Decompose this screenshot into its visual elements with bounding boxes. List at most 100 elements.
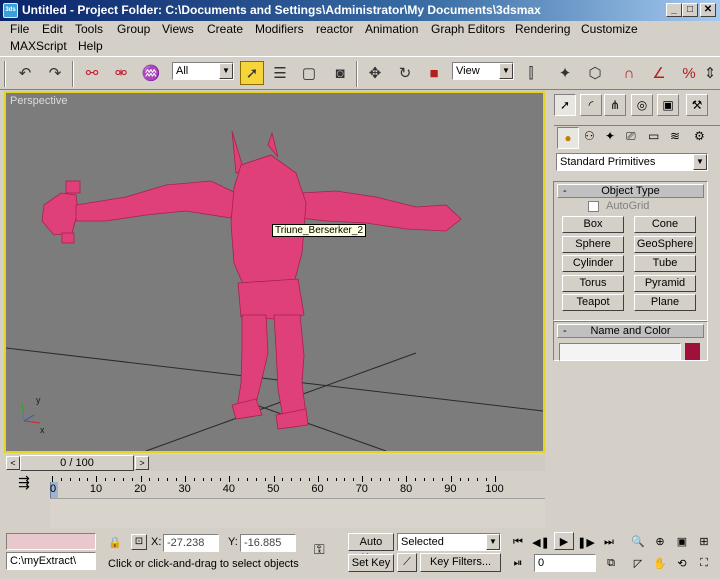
previous-frame-icon[interactable]: ◀❚ <box>531 533 551 551</box>
redo-icon[interactable]: ↷ <box>43 61 67 85</box>
go-to-end-icon[interactable]: ⏭ <box>599 533 619 551</box>
menu-help[interactable]: Help <box>78 38 103 55</box>
autogrid-checkbox[interactable] <box>588 201 599 212</box>
menu-group[interactable]: Group <box>117 21 150 38</box>
menu-maxscript[interactable]: MAXScript <box>10 38 67 55</box>
close-button[interactable]: ✕ <box>700 3 716 17</box>
systems-icon[interactable]: ⚙ <box>694 129 705 143</box>
go-to-start-icon[interactable]: ⏮ <box>508 533 528 551</box>
menu-create[interactable]: Create <box>207 21 243 38</box>
menu-tools[interactable]: Tools <box>75 21 103 38</box>
menu-rendering[interactable]: Rendering <box>515 21 570 38</box>
primitive-category-dropdown[interactable]: Standard Primitives ▼ <box>556 153 708 171</box>
display-tab-icon[interactable]: ▣ <box>657 94 679 116</box>
maxscript-mini-listener-top[interactable] <box>6 533 96 550</box>
app-icon[interactable]: 3ds <box>3 3 18 18</box>
key-filters-button[interactable]: Key Filters... <box>420 553 501 572</box>
object-type-header[interactable]: - Object Type <box>557 184 704 198</box>
minimize-button[interactable]: _ <box>666 3 682 17</box>
set-key-button[interactable]: Set Key <box>348 554 394 572</box>
time-slider-track[interactable] <box>149 455 545 471</box>
auto-key-button[interactable]: Auto Key <box>348 533 394 564</box>
teapot-button[interactable]: Teapot <box>562 294 624 311</box>
tube-button[interactable]: Tube <box>634 255 696 272</box>
cone-button[interactable]: Cone <box>634 216 696 233</box>
menu-edit[interactable]: Edit <box>42 21 63 38</box>
current-frame-field[interactable]: 0 <box>534 554 596 572</box>
time-slider-prev-button[interactable]: < <box>6 456 20 470</box>
rectangular-selection-icon[interactable]: ▢ <box>297 61 321 85</box>
plane-button[interactable]: Plane <box>634 294 696 311</box>
track-bar-ruler[interactable]: 0 10 20 30 40 50 60 70 80 90 100 <box>50 476 504 498</box>
menu-graph-editors[interactable]: Graph Editors <box>431 21 505 38</box>
zoom-icon[interactable]: 🔍 <box>628 532 648 550</box>
selection-filter-dropdown[interactable]: All ▼ <box>172 62 234 80</box>
time-configuration-icon[interactable]: ⧉ <box>601 554 621 572</box>
snaps-toggle-icon[interactable]: ∩ <box>617 61 641 85</box>
y-coordinate-field[interactable]: -16.885 <box>240 534 296 552</box>
name-and-color-header[interactable]: - Name and Color <box>557 324 704 338</box>
key-mode-toggle-icon[interactable]: ⏯ <box>508 554 528 572</box>
select-object-icon[interactable]: ➚ <box>240 61 264 85</box>
unlink-selection-icon[interactable]: ⚮ <box>109 61 133 85</box>
create-tab-icon[interactable]: ➚ <box>554 94 576 116</box>
maxscript-mini-listener[interactable]: C:\myExtract\ <box>6 552 96 570</box>
time-slider-next-button[interactable]: > <box>135 456 149 470</box>
menu-modifiers[interactable]: Modifiers <box>255 21 304 38</box>
lock-selection-icon[interactable]: 🔒 <box>108 536 122 549</box>
menu-views[interactable]: Views <box>162 21 194 38</box>
window-crossing-icon[interactable]: ◙ <box>328 61 352 85</box>
set-key-mode-icon[interactable]: ⚿ <box>314 541 325 558</box>
object-name-field[interactable] <box>559 343 681 361</box>
select-and-move-icon[interactable]: ✥ <box>363 61 387 85</box>
lights-icon[interactable]: ✦ <box>605 129 615 143</box>
track-bar-area[interactable] <box>50 498 545 528</box>
select-and-scale-icon[interactable]: ■ <box>422 61 446 85</box>
x-coordinate-field[interactable]: -27.238 <box>163 534 219 552</box>
helpers-icon[interactable]: ▭ <box>648 129 659 143</box>
zoom-all-icon[interactable]: ⊕ <box>650 532 670 550</box>
box-button[interactable]: Box <box>562 216 624 233</box>
percent-snap-toggle-icon[interactable]: % <box>677 61 701 85</box>
field-of-view-icon[interactable]: ◸ <box>628 554 648 572</box>
torus-button[interactable]: Torus <box>562 275 624 292</box>
pyramid-button[interactable]: Pyramid <box>634 275 696 292</box>
zoom-extents-icon[interactable]: ▣ <box>672 532 692 550</box>
select-by-name-icon[interactable]: ☰ <box>268 61 292 85</box>
select-and-manipulate-icon[interactable]: ✦ <box>553 61 577 85</box>
select-and-rotate-icon[interactable]: ↻ <box>393 61 417 85</box>
select-and-link-icon[interactable]: ⚯ <box>80 61 104 85</box>
spinner-snap-toggle-icon[interactable]: ⇕ <box>702 61 718 85</box>
sphere-button[interactable]: Sphere <box>562 236 624 253</box>
undo-icon[interactable]: ↶ <box>13 61 37 85</box>
cylinder-button[interactable]: Cylinder <box>562 255 624 272</box>
menu-file[interactable]: File <box>10 21 29 38</box>
hierarchy-tab-icon[interactable]: ⋔ <box>604 94 626 116</box>
menu-reactor[interactable]: reactor <box>316 21 353 38</box>
modify-tab-icon[interactable]: ◜ <box>580 94 602 116</box>
absolute-mode-transform-icon[interactable]: ⊡ <box>131 534 147 550</box>
menu-customize[interactable]: Customize <box>581 21 638 38</box>
next-frame-icon[interactable]: ❚▶ <box>576 533 596 551</box>
zoom-extents-all-icon[interactable]: ⊞ <box>694 532 714 550</box>
angle-snap-toggle-icon[interactable]: ∠ <box>647 61 671 85</box>
space-warps-icon[interactable]: ≋ <box>670 129 680 143</box>
cameras-icon[interactable]: ⎚ <box>626 129 636 144</box>
motion-tab-icon[interactable]: ◎ <box>631 94 653 116</box>
maximize-viewport-icon[interactable]: ⛶ <box>694 554 714 572</box>
keyboard-shortcut-override-icon[interactable]: ⬡ <box>583 61 607 85</box>
key-mode-dropdown[interactable]: Selected ▼ <box>397 533 501 551</box>
maximize-button[interactable]: □ <box>682 3 698 17</box>
reference-coordinate-dropdown[interactable]: View ▼ <box>452 62 514 80</box>
play-icon[interactable]: ▶ <box>554 532 574 550</box>
utilities-tab-icon[interactable]: ⚒ <box>686 94 708 116</box>
menu-animation[interactable]: Animation <box>365 21 418 38</box>
perspective-viewport[interactable]: Perspective y x Triune_Berserker_2 <box>4 91 545 453</box>
default-in-out-tangents-icon[interactable]: ⟋ <box>397 553 417 572</box>
pivot-point-center-icon[interactable]: ⫿ <box>519 61 543 85</box>
geosphere-button[interactable]: GeoSphere <box>634 236 696 253</box>
pan-view-icon[interactable]: ✋ <box>650 554 670 572</box>
arc-rotate-icon[interactable]: ⟲ <box>672 554 692 572</box>
time-slider-thumb[interactable]: 0 / 100 <box>20 455 134 471</box>
geometry-icon[interactable]: ● <box>557 127 579 149</box>
